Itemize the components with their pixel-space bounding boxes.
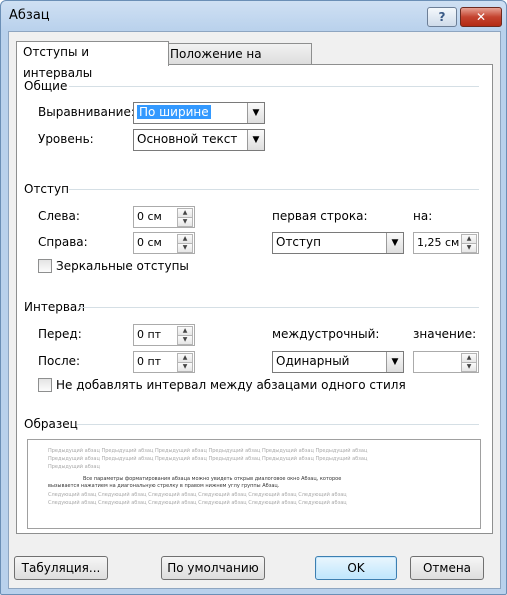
preview-previous-text: Предыдущий абзац Предыдущий абзац Предыд… xyxy=(48,456,368,462)
level-value: Основной текст xyxy=(137,132,238,146)
first-line-label: первая строка: xyxy=(272,209,368,223)
title-bar[interactable]: Абзац ? ✕ xyxy=(1,1,506,31)
by-spinner[interactable]: 1,25 см ▲ ▼ xyxy=(413,232,479,254)
spin-down-icon[interactable]: ▼ xyxy=(461,243,477,253)
alignment-value: По ширине xyxy=(137,105,211,119)
chevron-down-icon[interactable]: ▼ xyxy=(386,233,403,253)
mirror-indents-label[interactable]: Зеркальные отступы xyxy=(56,259,189,273)
group-spacing-title: Интервал xyxy=(24,300,85,314)
divider xyxy=(69,86,479,87)
indent-right-spinner[interactable]: 0 см ▲ ▼ xyxy=(133,232,195,254)
spin-down-icon[interactable]: ▼ xyxy=(177,217,193,227)
preview-current-text: вызывается нажатием на диагональную стре… xyxy=(48,483,280,489)
tab-page: Общие Выравнивание: По ширине ▼ Уровень:… xyxy=(16,64,493,534)
preview-current-text: Все параметры форматирования абзаца можн… xyxy=(83,476,342,482)
chevron-down-icon[interactable]: ▼ xyxy=(247,130,264,150)
indent-left-value: 0 см xyxy=(137,210,162,223)
indent-left-label: Слева: xyxy=(38,209,80,223)
close-button[interactable]: ✕ xyxy=(460,7,502,27)
divider xyxy=(79,307,479,308)
space-before-value: 0 пт xyxy=(137,328,162,341)
line-spacing-label: междустрочный: xyxy=(272,327,380,341)
space-after-value: 0 пт xyxy=(137,355,162,368)
at-spinner[interactable]: ▲ ▼ xyxy=(413,351,479,373)
alignment-label: Выравнивание: xyxy=(38,105,135,119)
group-preview-title: Образец xyxy=(24,417,78,431)
level-combo[interactable]: Основной текст ▼ xyxy=(133,129,265,151)
preview-previous-text: Предыдущий абзац xyxy=(48,464,100,470)
space-before-label: Перед: xyxy=(38,327,82,341)
by-value: 1,25 см xyxy=(417,236,460,249)
divider xyxy=(77,424,479,425)
at-label: значение: xyxy=(413,327,477,341)
indent-right-value: 0 см xyxy=(137,236,162,249)
level-label: Уровень: xyxy=(38,132,94,146)
paragraph-dialog: Абзац ? ✕ Отступы и интервалы Положение … xyxy=(0,0,507,595)
no-space-checkbox[interactable] xyxy=(38,378,52,392)
space-after-label: После: xyxy=(38,354,81,368)
line-spacing-combo[interactable]: Одинарный ▼ xyxy=(272,351,404,373)
no-space-label[interactable]: Не добавлять интервал между абзацами одн… xyxy=(56,378,406,392)
space-before-spinner[interactable]: 0 пт ▲ ▼ xyxy=(133,324,195,346)
spin-down-icon[interactable]: ▼ xyxy=(461,362,477,372)
preview-next-text: Следующий абзац Следующий абзац Следующи… xyxy=(48,492,347,498)
by-label: на: xyxy=(413,209,433,223)
first-line-combo[interactable]: Отступ ▼ xyxy=(272,232,404,254)
indent-right-label: Справа: xyxy=(38,235,88,249)
spin-down-icon[interactable]: ▼ xyxy=(177,335,193,345)
preview-previous-text: Предыдущий абзац Предыдущий абзац Предыд… xyxy=(48,448,368,454)
ok-button[interactable]: OK xyxy=(315,556,397,580)
tabs-button[interactable]: Табуляция... xyxy=(14,556,108,580)
tab-indents-spacing[interactable]: Отступы и интервалы xyxy=(16,41,169,80)
tab-line-page-breaks[interactable]: Положение на странице xyxy=(163,43,312,82)
line-spacing-value: Одинарный xyxy=(276,354,350,368)
window-title: Абзац xyxy=(9,8,50,23)
group-indent-title: Отступ xyxy=(24,182,69,196)
spin-down-icon[interactable]: ▼ xyxy=(177,243,193,253)
preview-next-text: Следующий абзац Следующий абзац Следующи… xyxy=(48,500,347,506)
dialog-body: Отступы и интервалы Положение на страниц… xyxy=(8,31,501,589)
space-after-spinner[interactable]: 0 пт ▲ ▼ xyxy=(133,351,195,373)
help-button[interactable]: ? xyxy=(427,7,457,27)
set-default-button[interactable]: По умолчанию xyxy=(161,556,265,580)
indent-left-spinner[interactable]: 0 см ▲ ▼ xyxy=(133,206,195,228)
alignment-combo[interactable]: По ширине ▼ xyxy=(133,102,265,124)
mirror-indents-checkbox[interactable] xyxy=(38,259,52,273)
chevron-down-icon[interactable]: ▼ xyxy=(247,103,264,123)
chevron-down-icon[interactable]: ▼ xyxy=(386,352,403,372)
cancel-button[interactable]: Отмена xyxy=(410,556,484,580)
divider xyxy=(69,189,479,190)
spin-down-icon[interactable]: ▼ xyxy=(177,362,193,372)
preview-box: Предыдущий абзац Предыдущий абзац Предыд… xyxy=(27,439,481,529)
first-line-value: Отступ xyxy=(276,235,321,249)
